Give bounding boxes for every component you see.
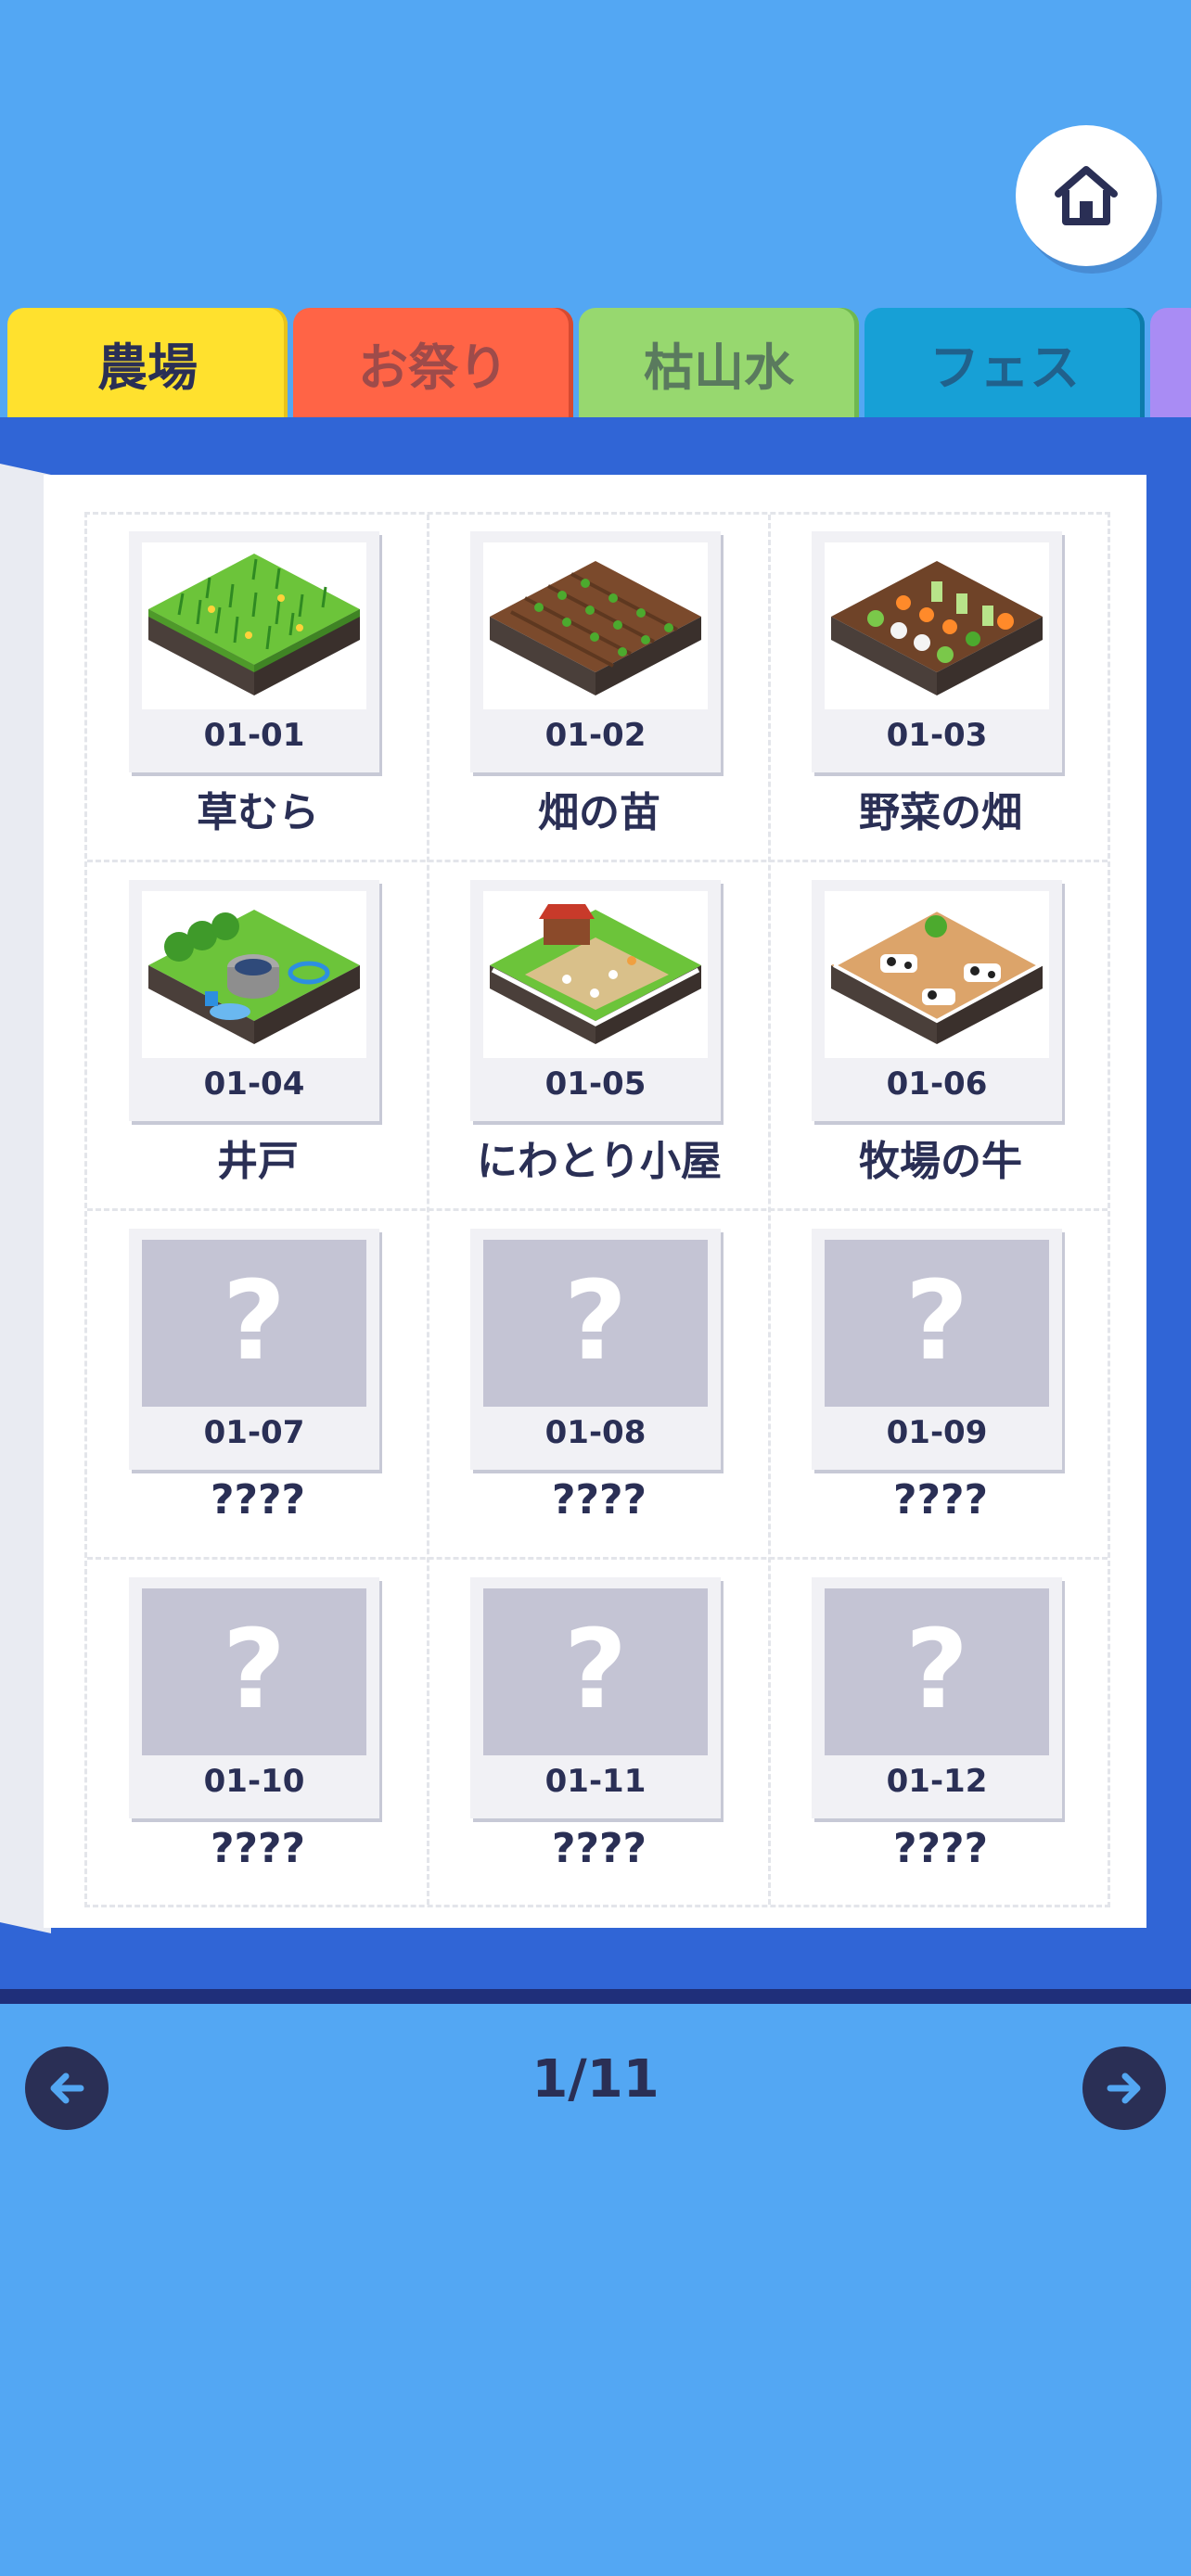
item-name: 井戸	[217, 1138, 299, 1185]
item-card: 01-05	[470, 880, 721, 1121]
tab-fes[interactable]: フェス	[864, 308, 1145, 417]
question-icon: ?	[222, 1605, 287, 1733]
collection-item-locked[interactable]: ? 01-08 ????	[429, 1212, 770, 1561]
question-icon: ?	[222, 1256, 287, 1384]
collection-item[interactable]: 01-04 井戸	[87, 863, 429, 1212]
collection-item[interactable]: 01-02 畑の苗	[429, 515, 770, 863]
question-icon: ?	[904, 1605, 969, 1733]
item-grid: 01-01 草むら 01-02 畑の苗 01-03 野菜の畑 01-04 井戸 …	[84, 512, 1110, 1907]
item-thumbnail	[825, 891, 1049, 1058]
item-name: ????	[210, 1476, 306, 1524]
item-thumbnail	[825, 542, 1049, 709]
item-name: ????	[892, 1476, 989, 1524]
locked-thumbnail: ?	[825, 1588, 1049, 1755]
item-name: 牧場の牛	[859, 1138, 1022, 1185]
item-code: 01-05	[544, 1065, 647, 1103]
item-card: 01-06	[812, 880, 1062, 1121]
collection-item-locked[interactable]: ? 01-10 ????	[87, 1561, 429, 1909]
item-card: ? 01-12	[812, 1577, 1062, 1818]
question-icon: ?	[563, 1605, 628, 1733]
item-code: 01-10	[203, 1763, 305, 1800]
item-name: 畑の苗	[538, 789, 660, 836]
item-code: 01-01	[203, 717, 305, 754]
item-card: 01-01	[129, 531, 379, 772]
well-icon	[148, 910, 360, 1044]
item-code: 01-07	[203, 1414, 305, 1451]
item-thumbnail	[142, 891, 366, 1058]
collection-item[interactable]: 01-05 にわとり小屋	[429, 863, 770, 1212]
item-code: 01-02	[544, 717, 647, 754]
chicken-coop-icon	[490, 904, 701, 1044]
home-icon	[1055, 166, 1118, 225]
collection-item[interactable]: 01-06 牧場の牛	[770, 863, 1111, 1212]
book-shadow	[0, 1989, 1191, 2004]
tab-more[interactable]	[1150, 308, 1191, 417]
question-icon: ?	[563, 1256, 628, 1384]
collection-page: 01-01 草むら 01-02 畑の苗 01-03 野菜の畑 01-04 井戸 …	[44, 475, 1146, 1928]
item-card: ? 01-09	[812, 1229, 1062, 1470]
seedling-field-icon	[490, 561, 701, 695]
vegetable-field-icon	[831, 561, 1043, 695]
item-thumbnail	[142, 542, 366, 709]
item-name: ????	[892, 1825, 989, 1872]
item-code: 01-08	[544, 1414, 647, 1451]
item-code: 01-04	[203, 1065, 305, 1103]
item-thumbnail	[483, 891, 708, 1058]
collection-item-locked[interactable]: ? 01-07 ????	[87, 1212, 429, 1561]
item-name: ????	[551, 1476, 647, 1524]
tab-farm[interactable]: 農場	[7, 308, 288, 417]
locked-thumbnail: ?	[142, 1588, 366, 1755]
item-name: ????	[551, 1825, 647, 1872]
collection-item-locked[interactable]: ? 01-11 ????	[429, 1561, 770, 1909]
collection-item[interactable]: 01-01 草むら	[87, 515, 429, 863]
item-name: 草むら	[197, 789, 319, 836]
item-code: 01-03	[886, 717, 988, 754]
question-icon: ?	[904, 1256, 969, 1384]
item-card: 01-04	[129, 880, 379, 1121]
tab-karesansui[interactable]: 枯山水	[579, 308, 859, 417]
home-button[interactable]	[1016, 125, 1157, 266]
item-name: にわとり小屋	[477, 1138, 722, 1185]
item-code: 01-06	[886, 1065, 988, 1103]
item-name: ????	[210, 1825, 306, 1872]
locked-thumbnail: ?	[483, 1240, 708, 1407]
collection-item-locked[interactable]: ? 01-09 ????	[770, 1212, 1111, 1561]
item-code: 01-09	[886, 1414, 988, 1451]
page-indicator: 1/11	[531, 2049, 660, 2110]
collection-item-locked[interactable]: ? 01-12 ????	[770, 1561, 1111, 1909]
item-name: 野菜の畑	[859, 789, 1022, 836]
item-card: ? 01-07	[129, 1229, 379, 1470]
item-card: 01-02	[470, 531, 721, 772]
locked-thumbnail: ?	[483, 1588, 708, 1755]
category-tabs: 農場 お祭り 枯山水 フェス	[0, 308, 1191, 417]
locked-thumbnail: ?	[142, 1240, 366, 1407]
item-code: 01-11	[544, 1763, 647, 1800]
grass-field-icon	[148, 554, 360, 695]
item-card: ? 01-08	[470, 1229, 721, 1470]
item-card: 01-03	[812, 531, 1062, 772]
locked-thumbnail: ?	[825, 1240, 1049, 1407]
item-card: ? 01-10	[129, 1577, 379, 1818]
next-page-button[interactable]	[1082, 2047, 1166, 2130]
item-code: 01-12	[886, 1763, 988, 1800]
item-card: ? 01-11	[470, 1577, 721, 1818]
item-thumbnail	[483, 542, 708, 709]
cow-ranch-icon	[831, 907, 1044, 1044]
tab-festival[interactable]: お祭り	[293, 308, 573, 417]
collection-item[interactable]: 01-03 野菜の畑	[770, 515, 1111, 863]
arrow-right-icon	[1107, 2072, 1141, 2104]
